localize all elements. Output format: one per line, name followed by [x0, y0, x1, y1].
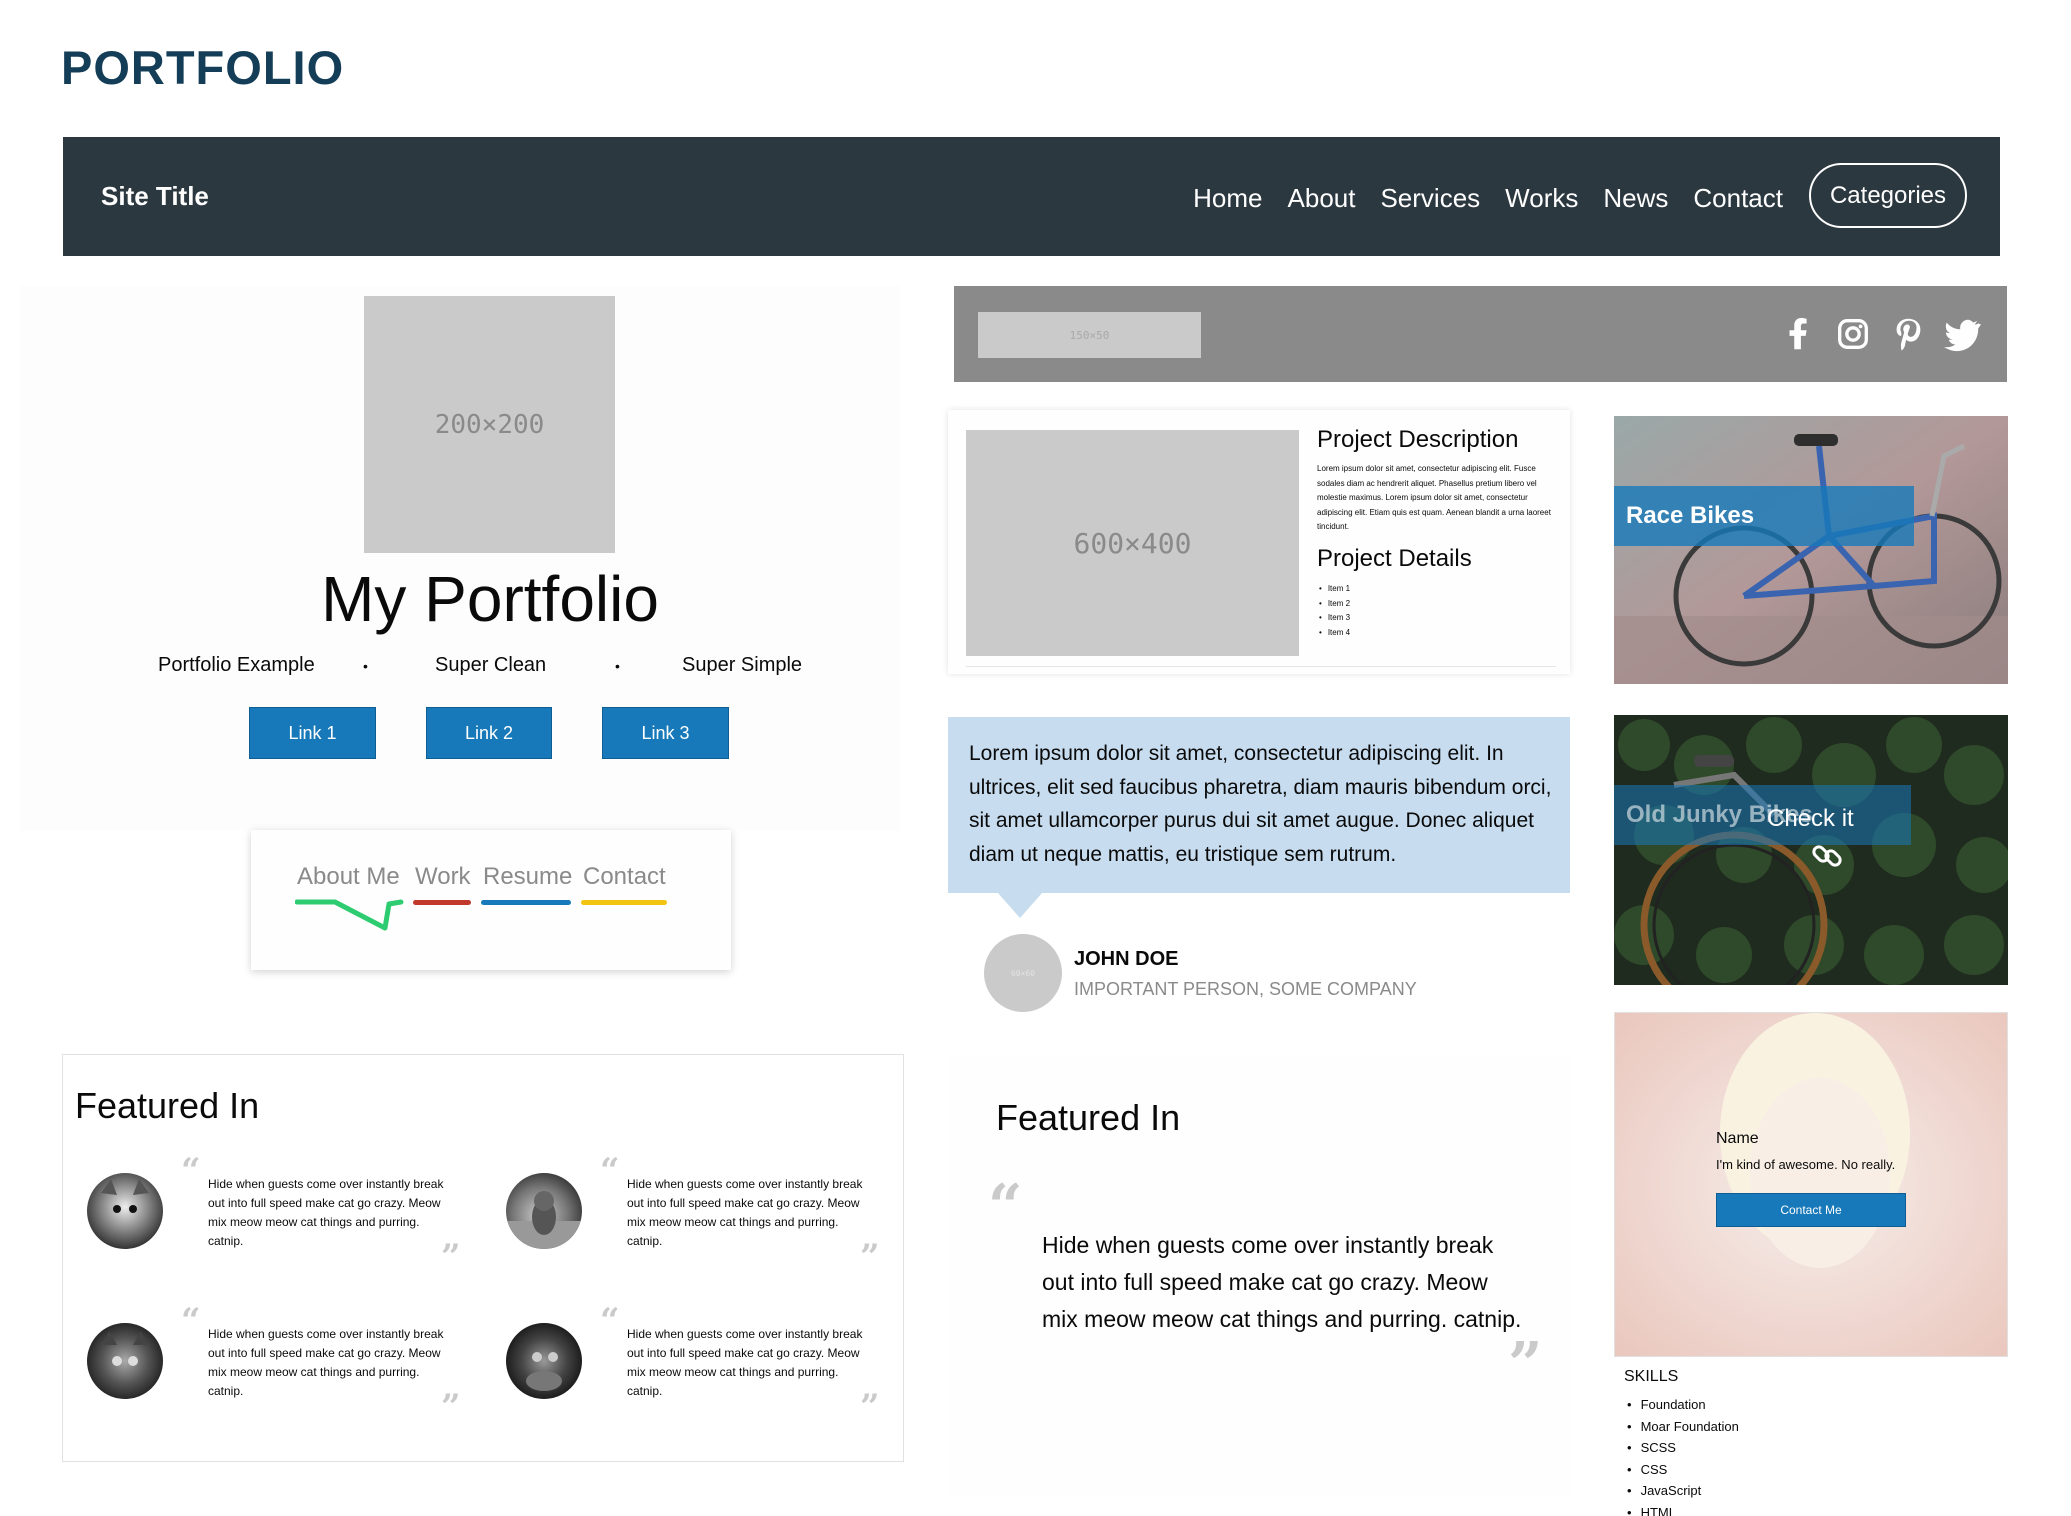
page-title: PORTFOLIO [61, 41, 345, 94]
project-details-title: Project Details [1317, 545, 1472, 572]
nav-menu: Home About Services Works News Contact [1193, 183, 1783, 214]
testimonial-text: Lorem ipsum dolor sit amet, consectetur … [969, 742, 1552, 866]
magic-line-contact [581, 900, 667, 905]
magic-nav-contact[interactable]: Contact [583, 863, 666, 891]
cat-avatar [506, 1173, 582, 1249]
profile-photo [1615, 1013, 2007, 1356]
hero-title: My Portfolio [321, 563, 659, 635]
race-bikes-card[interactable]: Race Bikes [1614, 416, 2008, 684]
magic-line-nav: About Me Work Resume Contact [251, 830, 731, 970]
twitter-icon[interactable] [1944, 314, 1982, 354]
project-image-placeholder: 600×400 [966, 430, 1299, 656]
featured-quote-text: Hide when guests come over instantly bre… [208, 1327, 444, 1398]
skills-list: Foundation Moar Foundation SCSS CSS Java… [1627, 1394, 1739, 1516]
cat-avatar [87, 1323, 163, 1399]
close-quote-icon: ” [860, 1387, 880, 1427]
pinterest-icon[interactable] [1889, 314, 1927, 354]
list-item: Item 1 [1317, 582, 1350, 597]
list-item: Item 2 [1317, 597, 1350, 612]
skills-title: SKILLS [1624, 1368, 1679, 1385]
old-junky-bikes-card[interactable]: Old Junky Bikes Check it [1614, 715, 2008, 985]
nav-works[interactable]: Works [1505, 183, 1578, 214]
nav-about[interactable]: About [1288, 183, 1356, 214]
list-item: HTML [1627, 1502, 1739, 1516]
list-item: JavaScript [1627, 1480, 1739, 1502]
featured-title: Featured In [75, 1085, 260, 1126]
cat-avatar [87, 1173, 163, 1249]
profile-name: Name [1716, 1130, 1759, 1147]
link-icon[interactable] [1810, 839, 1844, 873]
open-quote-icon: “ [600, 1301, 620, 1341]
featured-quote-text: Hide when guests come over instantly bre… [627, 1327, 863, 1398]
tag-super-clean: Super Clean [435, 654, 547, 676]
top-bar: Site Title Home About Services Works New… [63, 137, 2000, 256]
nav-services[interactable]: Services [1380, 183, 1480, 214]
project-card: 600×400 Project Description Lorem ipsum … [948, 410, 1570, 674]
open-quote-icon: “ [181, 1151, 201, 1191]
nav-home[interactable]: Home [1193, 183, 1262, 214]
featured-quote-text: Hide when guests come over instantly bre… [208, 1177, 444, 1248]
close-quote-icon: ” [860, 1237, 880, 1277]
tag-super-simple: Super Simple [682, 654, 803, 676]
featured-quote-text: Hide when guests come over instantly bre… [1042, 1232, 1522, 1332]
tag-separator: • [615, 658, 620, 674]
tag-portfolio-example: Portfolio Example [158, 654, 315, 676]
project-details-list: Item 1 Item 2 Item 3 Item 4 [1317, 582, 1350, 640]
profile-card: Name I'm kind of awesome. No really. Con… [1614, 1012, 2008, 1357]
close-quote-icon: ” [441, 1237, 461, 1277]
list-item: SCSS [1627, 1437, 1739, 1459]
site-title[interactable]: Site Title [101, 181, 209, 212]
avatar: 60×60 [984, 934, 1062, 1012]
close-quote-icon: ” [441, 1387, 461, 1427]
testimonial-pointer [998, 893, 1042, 918]
open-quote-icon: “ [600, 1151, 620, 1191]
cat-avatar [506, 1323, 582, 1399]
contact-me-button[interactable]: Contact Me [1716, 1193, 1906, 1227]
testimonial-bubble: Lorem ipsum dolor sit amet, consectetur … [948, 717, 1570, 893]
open-quote-icon: “ [181, 1301, 201, 1341]
card-label: Race Bikes [1614, 486, 1914, 546]
hero-image-placeholder: 200×200 [364, 296, 615, 553]
link-3-button[interactable]: Link 3 [602, 707, 729, 759]
list-item: Item 3 [1317, 611, 1350, 626]
tag-separator: • [363, 658, 368, 674]
close-quote-icon: ” [1508, 1330, 1543, 1400]
featured-quote-text: Hide when guests come over instantly bre… [627, 1177, 863, 1248]
nav-news[interactable]: News [1603, 183, 1668, 214]
profile-bio: I'm kind of awesome. No really. [1716, 1157, 1896, 1172]
open-quote-icon: “ [988, 1172, 1023, 1242]
instagram-icon[interactable] [1834, 314, 1872, 354]
testimonial-author-role: IMPORTANT PERSON, SOME COMPANY [1074, 979, 1417, 999]
nav-contact[interactable]: Contact [1693, 183, 1783, 214]
categories-button[interactable]: Categories [1809, 163, 1967, 228]
list-item: Item 4 [1317, 626, 1350, 641]
magic-line-work [413, 900, 471, 905]
portfolio-hero: 200×200 My Portfolio Portfolio Example •… [20, 286, 900, 831]
featured-in-single: Featured In “ Hide when guests come over… [948, 1055, 1570, 1495]
list-item: Foundation [1627, 1394, 1739, 1416]
facebook-icon[interactable] [1780, 314, 1818, 354]
magic-nav-resume[interactable]: Resume [483, 863, 572, 891]
project-description-text: Lorem ipsum dolor sit amet, consectetur … [1317, 464, 1551, 531]
list-item: Moar Foundation [1627, 1416, 1739, 1438]
featured-in-grid: Featured In “ Hide when guests come over… [62, 1054, 904, 1462]
magic-nav-about-me[interactable]: About Me [297, 863, 400, 891]
profile-info: Name I'm kind of awesome. No really. [1716, 1130, 1895, 1172]
logo-placeholder[interactable]: 150×50 [978, 312, 1201, 358]
link-1-button[interactable]: Link 1 [249, 707, 376, 759]
magic-nav-work[interactable]: Work [415, 863, 471, 891]
race-bike-image [1614, 416, 2008, 684]
card-hover-text[interactable]: Check it [1767, 805, 1854, 833]
list-item: CSS [1627, 1459, 1739, 1481]
magic-line-indicator [295, 899, 404, 931]
project-description-title: Project Description [1317, 426, 1519, 453]
social-bar: 150×50 [954, 286, 2007, 382]
link-2-button[interactable]: Link 2 [426, 707, 552, 759]
card-label: Old Junky Bikes [1614, 785, 1911, 845]
magic-line-resume [481, 900, 571, 905]
divider [966, 666, 1556, 667]
featured-title: Featured In [996, 1097, 1181, 1138]
testimonial-author-name: JOHN DOE [1074, 948, 1179, 970]
